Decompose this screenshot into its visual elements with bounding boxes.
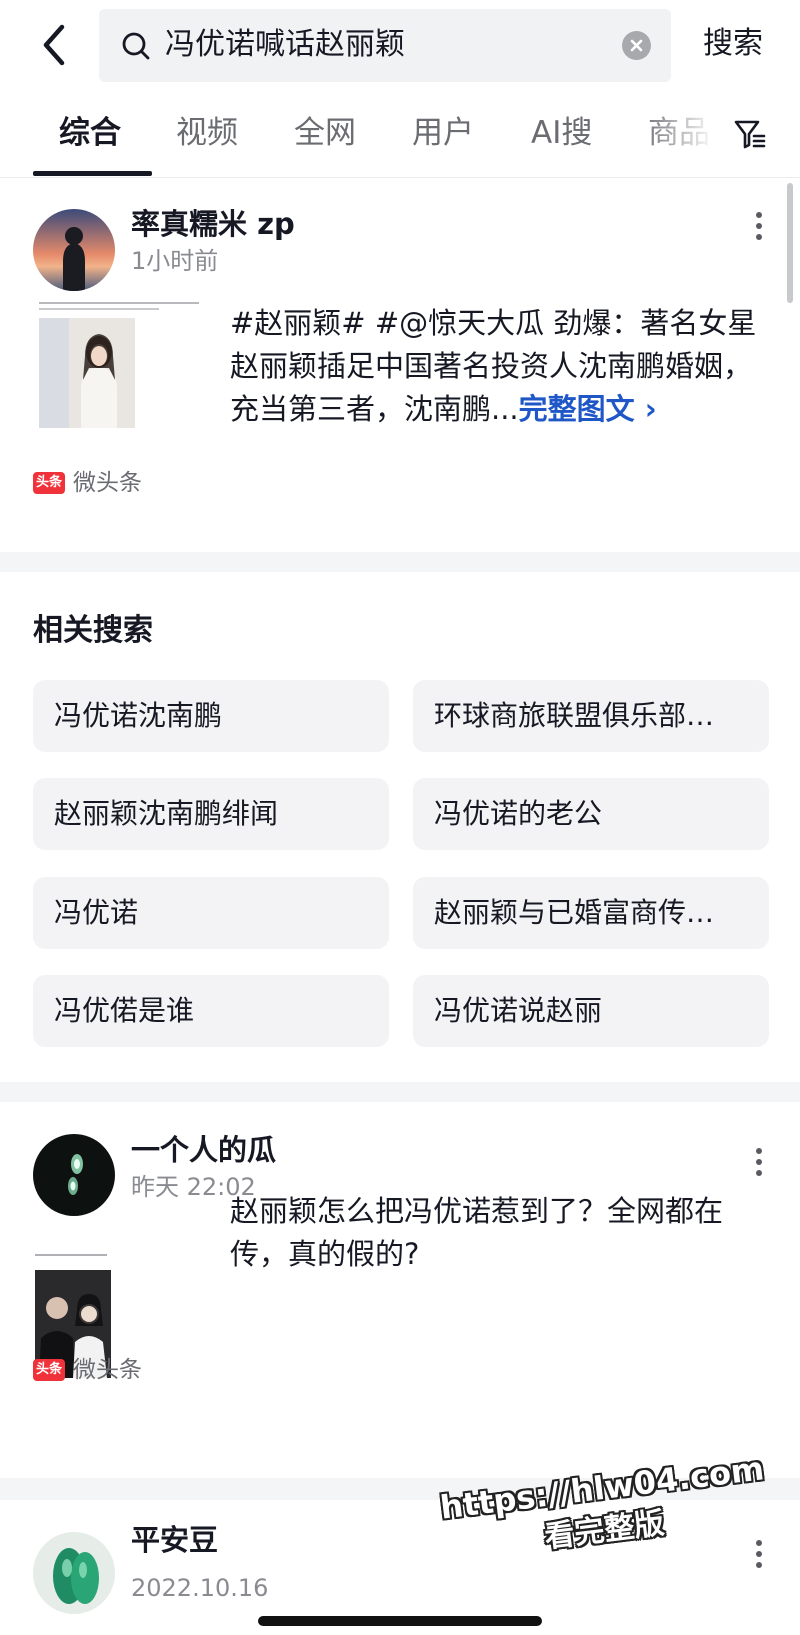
post-author[interactable]: 一个人的瓜: [131, 1131, 276, 1169]
search-icon: [122, 32, 150, 60]
post-card[interactable]: 一个人的瓜 昨天 22:02 赵丽颖怎么把冯优诺惹到了？全网都在传，真的假的? …: [0, 1102, 800, 1478]
related-chip[interactable]: 冯优诺的老公: [413, 778, 769, 850]
related-chip[interactable]: 冯优诺沈南鹏: [33, 680, 389, 752]
back-arrow-icon: [43, 24, 65, 66]
post-author[interactable]: 平安豆: [131, 1521, 218, 1559]
post-time: 2022.10.16: [131, 1574, 269, 1602]
related-chip[interactable]: 环球商旅联盟俱乐部…: [413, 680, 769, 752]
full-post-link[interactable]: 完整图文 ›: [519, 392, 657, 426]
tab-comprehensive[interactable]: 综合: [59, 113, 121, 153]
avatar[interactable]: [33, 1134, 115, 1216]
related-title: 相关搜索: [33, 613, 153, 648]
post-author[interactable]: 率真糯米 zp: [131, 205, 295, 243]
post-text[interactable]: #赵丽颖# #@惊天大瓜 劲爆：著名女星赵丽颖插足中国著名投资人沈南鹏婚姻，充当…: [230, 302, 770, 431]
search-button[interactable]: 搜索: [703, 24, 763, 64]
related-chip[interactable]: 冯优诺说赵丽: [413, 975, 769, 1047]
tab-ai-search[interactable]: AI搜: [531, 113, 592, 153]
post-card[interactable]: 率真糯米 zp 1小时前 #赵丽颖# #@惊天大瓜 劲爆：著名女星赵丽颖插足中国…: [0, 178, 800, 552]
related-chip[interactable]: 赵丽颖与已婚富商传…: [413, 877, 769, 949]
section-gap: [0, 552, 800, 572]
tab-video[interactable]: 视频: [176, 113, 238, 153]
section-gap: [0, 1082, 800, 1102]
source-label: 微头条: [73, 1357, 142, 1383]
toutiao-badge: 头条: [33, 1359, 65, 1381]
filter-icon[interactable]: [733, 117, 767, 151]
related-chip[interactable]: 冯优偌是谁: [33, 975, 389, 1047]
post-body: 赵丽颖怎么把冯优诺惹到了？全网都在传，真的假的?: [230, 1194, 724, 1271]
post-thumbnail[interactable]: [33, 296, 213, 438]
avatar[interactable]: [33, 209, 115, 291]
tab-bar: 综合 视频 全网 用户 AI搜 商品: [0, 105, 800, 177]
tab-users[interactable]: 用户: [412, 113, 474, 153]
more-icon[interactable]: [752, 1144, 766, 1184]
related-chip[interactable]: 冯优诺: [33, 877, 389, 949]
back-button[interactable]: [38, 22, 72, 68]
more-icon[interactable]: [752, 208, 766, 248]
related-searches: 相关搜索 冯优诺沈南鹏 环球商旅联盟俱乐部… 赵丽颖沈南鹏绯闻 冯优诺的老公 冯…: [0, 572, 800, 1082]
toutiao-badge: 头条: [33, 472, 65, 494]
scrollbar[interactable]: [787, 183, 793, 303]
related-chip[interactable]: 赵丽颖沈南鹏绯闻: [33, 778, 389, 850]
search-box[interactable]: 冯优诺喊话赵丽颖: [99, 9, 671, 82]
post-time: 1小时前: [131, 247, 219, 275]
post-text[interactable]: 赵丽颖怎么把冯优诺惹到了？全网都在传，真的假的?: [230, 1190, 770, 1276]
top-bar: 冯优诺喊话赵丽颖 搜索: [0, 0, 800, 92]
tab-web[interactable]: 全网: [294, 113, 356, 153]
source-label: 微头条: [73, 470, 142, 496]
home-indicator[interactable]: [258, 1616, 542, 1626]
search-input[interactable]: 冯优诺喊话赵丽颖: [165, 26, 405, 64]
tab-active-indicator: [33, 171, 152, 176]
avatar[interactable]: [33, 1532, 115, 1614]
tab-fade: [640, 105, 728, 165]
post-body: #赵丽颖# #@惊天大瓜 劲爆：著名女星赵丽颖插足中国著名投资人沈南鹏婚姻，充当…: [230, 306, 757, 426]
clear-icon[interactable]: [622, 31, 651, 60]
